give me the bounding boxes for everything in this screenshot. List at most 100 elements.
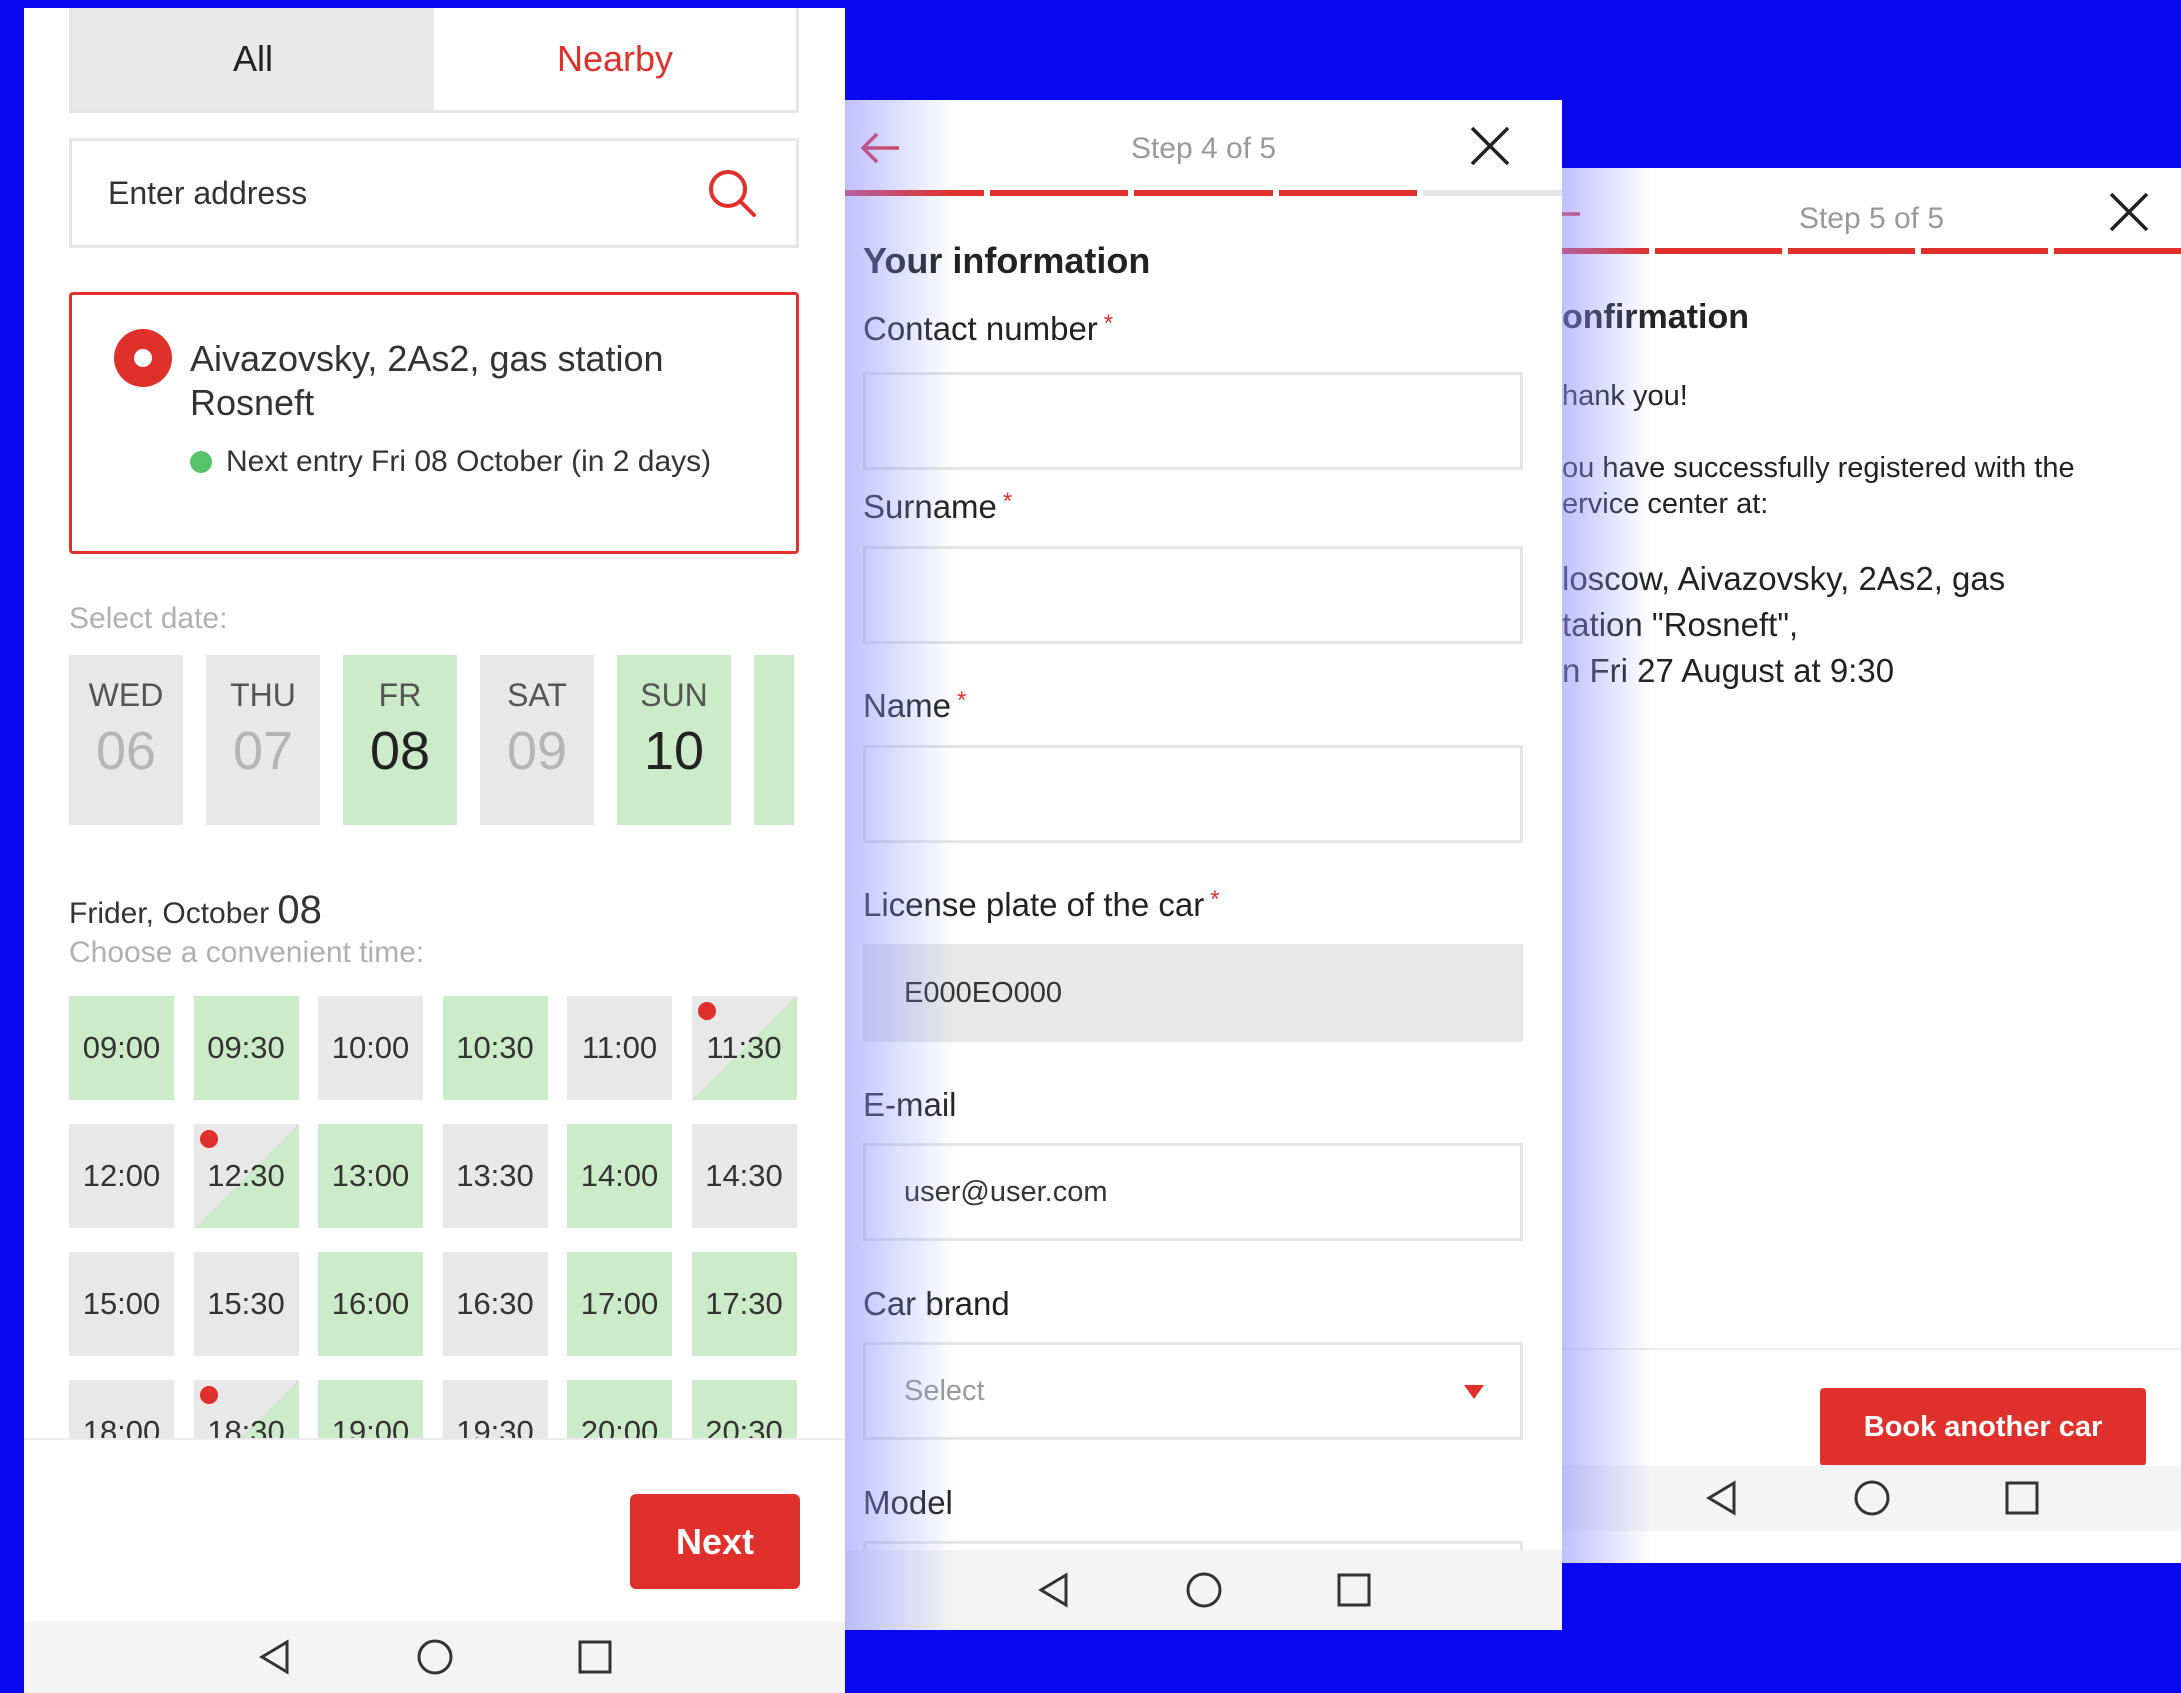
next-entry: Next entry Fri 08 October (in 2 days) [190,445,711,479]
time-grid: 09:00 09:30 10:00 10:30 11:00 11:30 12:00 12:30… [69,996,829,1452]
home-circle-icon[interactable] [1184,1570,1224,1610]
contact-label-text: Contact number [863,310,1098,347]
home-circle-icon[interactable] [415,1637,455,1677]
thank-you-text: hank you! [1562,380,1688,412]
time-slot[interactable]: 12:30 [193,1124,299,1228]
car-brand-value: Select [904,1374,985,1407]
time-slot[interactable]: 13:00 [318,1124,423,1228]
date-tile-partial[interactable] [754,655,794,825]
address-line-1: loscow, Aivazovsky, 2As2, gas [1562,560,2006,597]
surname-label: Surname * [863,488,1012,526]
search-input[interactable]: Enter address [108,175,704,212]
progress-segment [1655,248,1782,254]
date-tile[interactable]: FR 08 [343,655,457,825]
time-slot[interactable]: 17:30 [691,1252,797,1356]
booked-dot-icon [199,1130,218,1148]
contact-number-field[interactable] [863,372,1523,470]
name-field[interactable] [863,745,1523,843]
back-triangle-icon[interactable] [1034,1570,1074,1610]
registered-line-1: ou have successfully registered with the [1562,452,2075,484]
car-brand-select[interactable]: Select [863,1342,1523,1440]
time-slot[interactable]: 13:30 [442,1124,548,1228]
name-label: Name * [863,687,966,725]
back-triangle-icon[interactable] [1702,1478,1742,1518]
progress-bar [845,190,1562,196]
day-title-number: 08 [277,888,322,932]
search-icon[interactable] [704,165,760,221]
book-another-car-button[interactable]: Book another car [1820,1388,2146,1466]
time-slot[interactable]: 17:00 [567,1252,672,1356]
home-circle-icon[interactable] [1852,1478,1892,1518]
footer-divider [1562,1348,2181,1350]
footer: Next [24,1438,845,1628]
slot-selection-screen: All Nearby Enter address Aivazovsky, 2As… [24,8,845,1693]
progress-segment [1921,248,2048,254]
surname-field[interactable] [863,546,1523,644]
address-line-2: tation "Rosneft", [1562,606,1799,643]
time-slot-label: 17:00 [580,1286,659,1321]
recents-square-icon[interactable] [1334,1570,1374,1610]
time-slot-label: 14:30 [705,1158,783,1193]
surname-label-text: Surname [863,488,997,525]
time-slot[interactable]: 14:30 [691,1124,797,1228]
time-slot-label: 14:00 [580,1158,659,1193]
progress-segment [1278,190,1418,196]
page-title: Your information [863,240,1151,281]
radio-selected-icon[interactable] [114,329,172,387]
time-slot[interactable]: 15:00 [69,1252,174,1356]
time-slot[interactable]: 16:30 [442,1252,548,1356]
time-slot[interactable]: 11:00 [567,996,672,1100]
time-slot[interactable]: 16:00 [318,1252,423,1356]
address-search[interactable]: Enter address [69,138,799,248]
email-field[interactable]: user@user.com [863,1143,1523,1241]
date-weekday: SUN [640,677,708,713]
plate-label-text: License plate of the car [863,886,1205,923]
date-number: 08 [369,721,431,781]
time-slot[interactable]: 09:00 [69,996,174,1100]
time-slot-label: 16:30 [456,1286,534,1321]
day-title-prefix: Frider, October [69,897,270,930]
station-card[interactable]: Aivazovsky, 2As2, gas station Rosneft Ne… [69,292,799,554]
date-tile[interactable]: SUN 10 [617,655,731,825]
progress-segment [1788,248,1915,254]
time-slot-label: 11:30 [706,1030,782,1065]
time-slot-label: 12:00 [82,1158,161,1193]
date-tile[interactable]: SAT 09 [480,655,594,825]
overlap-shadow [1562,168,1652,1563]
time-slot-label: 15:00 [82,1286,161,1321]
time-slot[interactable]: 14:00 [567,1124,672,1228]
date-number: 06 [95,721,157,781]
close-icon[interactable] [2107,190,2151,234]
step-indicator: Step 5 of 5 [1798,202,1945,235]
time-slot[interactable]: 15:30 [193,1252,299,1356]
date-tile[interactable]: THU 07 [206,655,320,825]
tab-nearby[interactable]: Nearby [434,8,796,110]
time-slot[interactable]: 10:00 [318,996,423,1100]
booked-dot-icon [199,1386,218,1404]
recents-square-icon[interactable] [2002,1478,2042,1518]
date-weekday: SAT [507,677,567,713]
date-weekday: FR [378,677,422,713]
next-button[interactable]: Next [630,1494,800,1589]
license-plate-field[interactable]: E000EO000 [863,944,1523,1042]
time-slot[interactable]: 12:00 [69,1124,174,1228]
recents-square-icon[interactable] [575,1637,615,1677]
android-nav-bar [845,1550,1562,1630]
android-nav-bar [24,1621,845,1693]
email-label: E-mail [863,1086,957,1123]
time-slot[interactable]: 11:30 [691,996,797,1100]
time-slot-label: 17:30 [705,1286,783,1321]
dropdown-caret-icon [1464,1385,1484,1399]
tab-all[interactable]: All [72,8,434,110]
page-title: onfirmation [1562,298,1749,336]
close-icon[interactable] [1468,124,1512,168]
date-tile[interactable]: WED 06 [69,655,183,825]
progress-segment [1423,190,1562,196]
progress-segment [2054,248,2181,254]
registered-line-2: ervice center at: [1562,488,1769,520]
time-slot[interactable]: 10:30 [442,996,548,1100]
filter-tabs: All Nearby [69,8,799,113]
back-triangle-icon[interactable] [255,1637,295,1677]
time-slot[interactable]: 09:30 [193,996,299,1100]
time-slot-label: 10:30 [456,1030,534,1065]
